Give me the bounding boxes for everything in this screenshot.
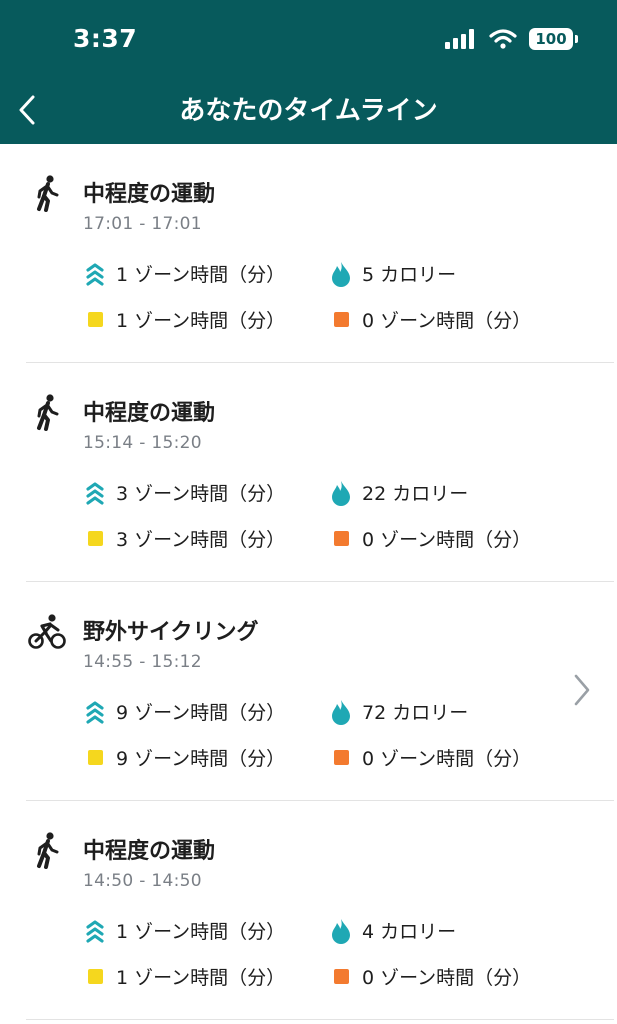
zone-minutes-value: 3 ゾーン時間（分） — [116, 483, 286, 505]
chevron-right-icon[interactable] — [572, 672, 592, 708]
peak-zone-value: 0 ゾーン時間（分） — [362, 310, 532, 332]
timeline-entry[interactable]: 中程度の運動 17:01 - 17:01 1 ゾーン時間（分） 5 カロリー 1… — [26, 144, 614, 363]
timeline-entry[interactable]: 中程度の運動 15:14 - 15:20 3 ゾーン時間（分） 22 カロリー … — [26, 363, 614, 582]
peak-zone-value: 0 ゾーン時間（分） — [362, 967, 532, 989]
peak-zone-stat: 0 ゾーン時間（分） — [330, 306, 531, 333]
fat-burn-value: 1 ゾーン時間（分） — [116, 967, 286, 989]
zone-minutes-stat: 3 ゾーン時間（分） — [84, 479, 285, 506]
flame-icon — [332, 918, 350, 944]
zone-minutes-stat: 9 ゾーン時間（分） — [84, 698, 285, 725]
peak-zone-stat: 0 ゾーン時間（分） — [330, 963, 531, 990]
fat-burn-zone-icon — [87, 750, 103, 765]
status-icons: 100 — [445, 28, 578, 50]
app-header: 3:37 100 あなたのタイムライン — [0, 0, 617, 144]
walking-icon — [37, 394, 59, 431]
activity-time-range: 14:55 - 15:12 — [83, 652, 202, 672]
peak-zone-stat: 0 ゾーン時間（分） — [330, 744, 531, 771]
activity-time-range: 17:01 - 17:01 — [83, 214, 202, 234]
zone-minutes-icon — [86, 481, 104, 505]
zone-minutes-stat: 1 ゾーン時間（分） — [84, 917, 285, 944]
fat-burn-value: 1 ゾーン時間（分） — [116, 310, 286, 332]
calories-stat: 5 カロリー — [330, 260, 456, 287]
calories-stat: 4 カロリー — [330, 917, 456, 944]
status-time: 3:37 — [73, 24, 138, 53]
activity-name: 中程度の運動 — [83, 401, 216, 426]
calories-value: 4 カロリー — [362, 921, 457, 943]
calories-value: 72 カロリー — [362, 702, 469, 724]
calories-stat: 72 カロリー — [330, 698, 468, 725]
battery-indicator: 100 — [529, 28, 578, 50]
zone-minutes-stat: 1 ゾーン時間（分） — [84, 260, 285, 287]
wifi-icon — [489, 29, 517, 49]
flame-icon — [332, 699, 350, 725]
cycling-icon — [28, 614, 66, 649]
activity-time-range: 14:50 - 14:50 — [83, 871, 202, 891]
calories-value: 22 カロリー — [362, 483, 469, 505]
peak-zone-icon — [333, 969, 349, 984]
zone-minutes-value: 1 ゾーン時間（分） — [116, 264, 286, 286]
calories-value: 5 カロリー — [362, 264, 457, 286]
peak-zone-value: 0 ゾーン時間（分） — [362, 748, 532, 770]
activity-name: 中程度の運動 — [83, 839, 216, 864]
fat-burn-stat: 1 ゾーン時間（分） — [84, 963, 285, 990]
calories-stat: 22 カロリー — [330, 479, 468, 506]
peak-zone-icon — [333, 312, 349, 327]
timeline-entry[interactable]: 中程度の運動 14:50 - 14:50 1 ゾーン時間（分） 4 カロリー 1… — [26, 801, 614, 1020]
peak-zone-stat: 0 ゾーン時間（分） — [330, 525, 531, 552]
flame-icon — [332, 261, 350, 287]
activity-time-range: 15:14 - 15:20 — [83, 433, 202, 453]
fat-burn-value: 3 ゾーン時間（分） — [116, 529, 286, 551]
fat-burn-stat: 9 ゾーン時間（分） — [84, 744, 285, 771]
fat-burn-zone-icon — [87, 531, 103, 546]
walking-icon — [37, 175, 59, 212]
fat-burn-zone-icon — [87, 969, 103, 984]
fat-burn-value: 9 ゾーン時間（分） — [116, 748, 286, 770]
peak-zone-icon — [333, 750, 349, 765]
zone-minutes-icon — [86, 262, 104, 286]
signal-icon — [445, 29, 474, 49]
peak-zone-icon — [333, 531, 349, 546]
fat-burn-zone-icon — [87, 312, 103, 327]
zone-minutes-icon — [86, 919, 104, 943]
activity-name: 野外サイクリング — [83, 620, 259, 645]
activity-name: 中程度の運動 — [83, 182, 216, 207]
zone-minutes-icon — [86, 700, 104, 724]
zone-minutes-value: 1 ゾーン時間（分） — [116, 921, 286, 943]
flame-icon — [332, 480, 350, 506]
fat-burn-stat: 3 ゾーン時間（分） — [84, 525, 285, 552]
peak-zone-value: 0 ゾーン時間（分） — [362, 529, 532, 551]
timeline-entry[interactable]: 野外サイクリング 14:55 - 15:12 9 ゾーン時間（分） 72 カロリ… — [26, 582, 614, 801]
zone-minutes-value: 9 ゾーン時間（分） — [116, 702, 286, 724]
page-title: あなたのタイムライン — [179, 96, 438, 126]
walking-icon — [37, 832, 59, 869]
timeline-list: 中程度の運動 17:01 - 17:01 1 ゾーン時間（分） 5 カロリー 1… — [0, 144, 617, 1020]
fat-burn-stat: 1 ゾーン時間（分） — [84, 306, 285, 333]
